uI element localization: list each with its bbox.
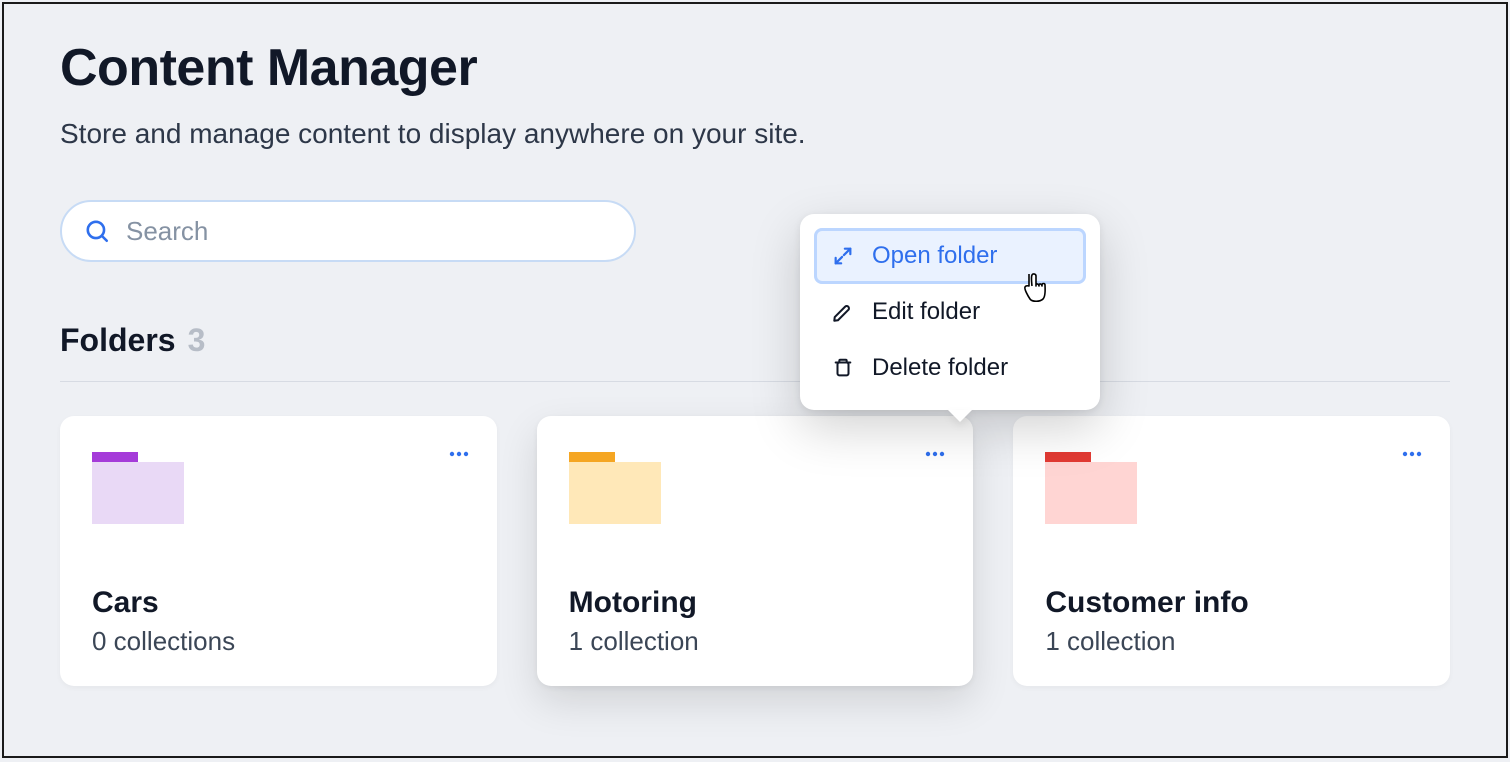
- menu-label: Edit folder: [872, 298, 980, 326]
- menu-open-folder[interactable]: Open folder: [814, 228, 1086, 284]
- page-subtitle: Store and manage content to display anyw…: [60, 118, 1450, 150]
- more-icon[interactable]: [923, 442, 947, 466]
- folder-name: Cars: [92, 586, 465, 620]
- menu-delete-folder[interactable]: Delete folder: [814, 340, 1086, 396]
- search-icon: [84, 218, 110, 244]
- menu-edit-folder[interactable]: Edit folder: [814, 284, 1086, 340]
- folder-subtitle: 1 collection: [1045, 626, 1418, 657]
- content-manager-page: Content Manager Store and manage content…: [2, 2, 1508, 758]
- folders-header: Folders 3: [60, 322, 1450, 359]
- page-title: Content Manager: [60, 38, 1450, 98]
- trash-icon: [832, 357, 854, 379]
- folder-cards: Cars 0 collections Motoring 1 collection…: [60, 416, 1450, 686]
- folder-name: Customer info: [1045, 586, 1418, 620]
- folder-icon: [92, 452, 184, 524]
- folder-name: Motoring: [569, 586, 942, 620]
- divider: [60, 381, 1450, 382]
- more-icon[interactable]: [1400, 442, 1424, 466]
- search-field[interactable]: [60, 200, 636, 262]
- folder-subtitle: 0 collections: [92, 626, 465, 657]
- folders-label: Folders: [60, 322, 176, 359]
- pencil-icon: [832, 301, 854, 323]
- folder-context-menu: Open folder Edit folder Delete folder: [800, 214, 1100, 410]
- folders-count: 3: [188, 322, 206, 359]
- folder-card-customer-info[interactable]: Customer info 1 collection: [1013, 416, 1450, 686]
- folder-subtitle: 1 collection: [569, 626, 942, 657]
- folder-card-motoring[interactable]: Motoring 1 collection: [537, 416, 974, 686]
- folder-icon: [1045, 452, 1137, 524]
- expand-icon: [832, 245, 854, 267]
- search-input[interactable]: [124, 215, 612, 248]
- menu-label: Open folder: [872, 242, 997, 270]
- more-icon[interactable]: [447, 442, 471, 466]
- folder-card-cars[interactable]: Cars 0 collections: [60, 416, 497, 686]
- folder-icon: [569, 452, 661, 524]
- menu-label: Delete folder: [872, 354, 1008, 382]
